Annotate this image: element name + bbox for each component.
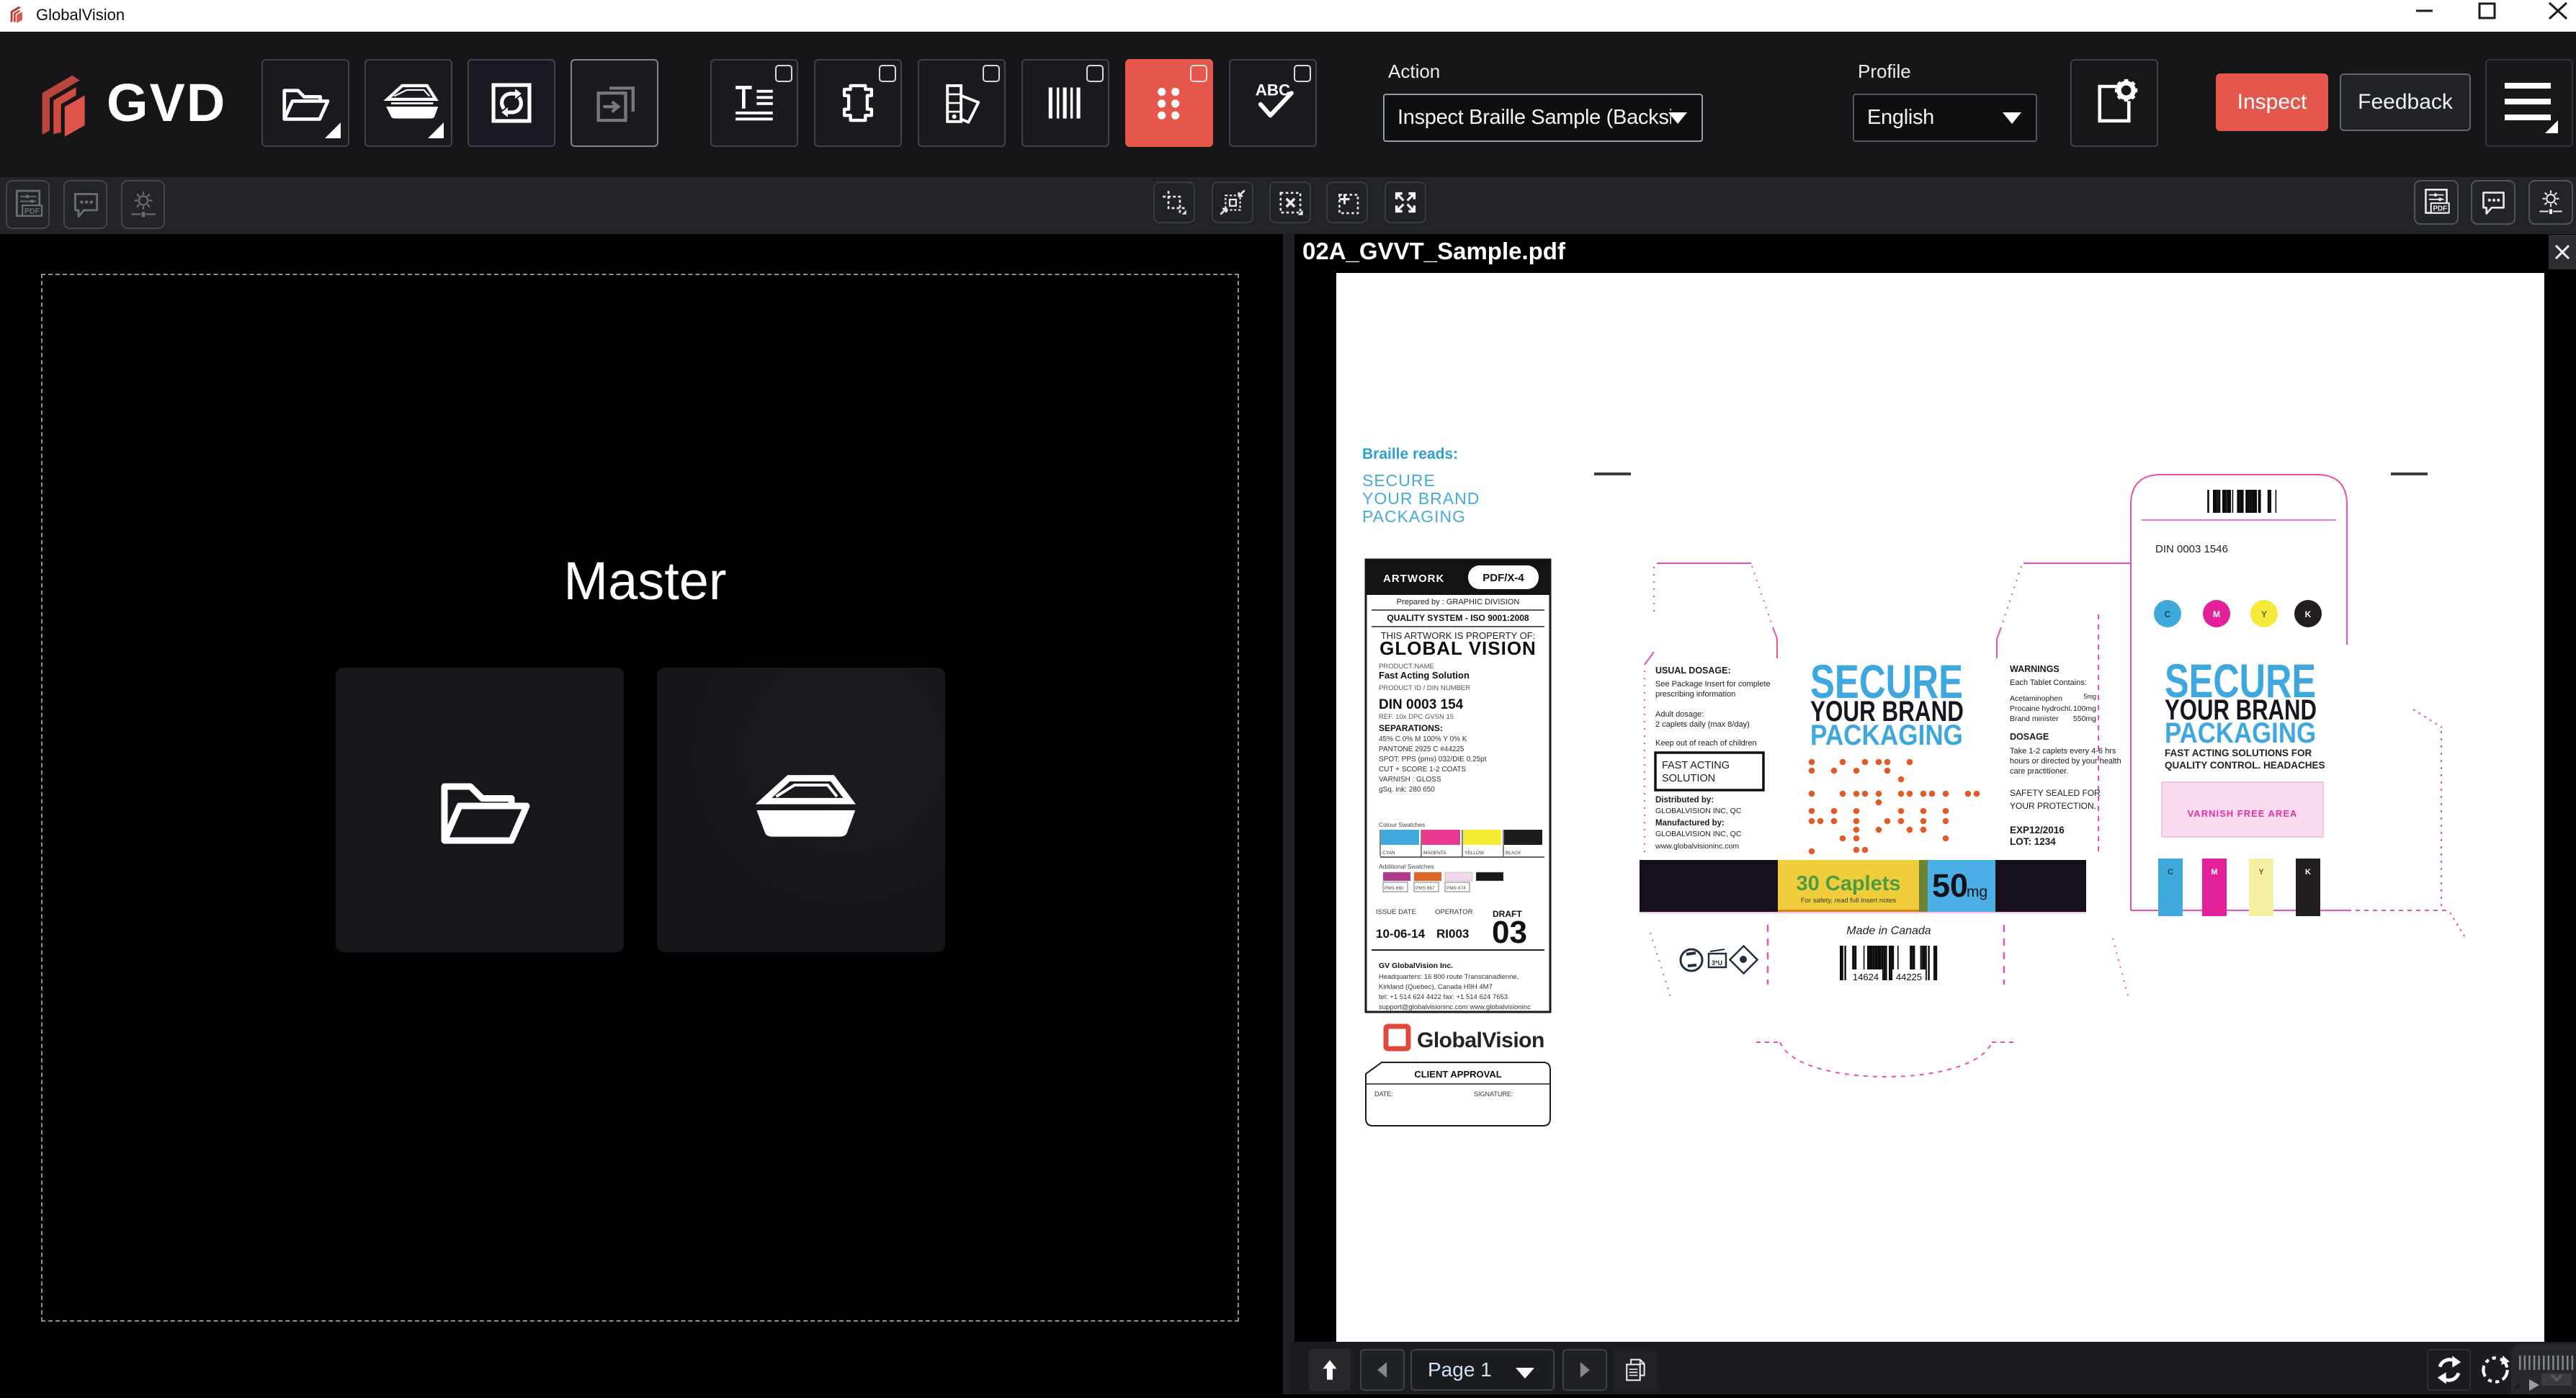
svg-text:CUT + SCORE 1-2 COATS: CUT + SCORE 1-2 COATS — [1379, 766, 1466, 774]
svg-text:PACKAGING: PACKAGING — [2165, 717, 2316, 749]
svg-text:50: 50 — [1932, 867, 1968, 904]
svg-text:Manufactured by:: Manufactured by: — [1655, 819, 1725, 828]
svg-text:GV GlobalVision Inc.: GV GlobalVision Inc. — [1379, 962, 1453, 970]
svg-text:PANTONE 2925 C #44225: PANTONE 2925 C #44225 — [1379, 745, 1464, 753]
svg-text:30 Caplets: 30 Caplets — [1796, 872, 1900, 895]
svg-text:PMS 667: PMS 667 — [1416, 886, 1435, 891]
svg-text:03: 03 — [1492, 915, 1527, 950]
svg-text:C: C — [2168, 868, 2173, 877]
svg-text:C: C — [2165, 609, 2171, 619]
svg-text:LOT: 1234: LOT: 1234 — [2010, 836, 2056, 847]
svg-text:BLACK: BLACK — [1506, 851, 1521, 856]
svg-text:QUALITY SYSTEM - ISO 9001:2008: QUALITY SYSTEM - ISO 9001:2008 — [1387, 613, 1529, 623]
svg-text:K: K — [2305, 609, 2312, 619]
svg-text:Prepared by : GRAPHIC DIVISIO: Prepared by : GRAPHIC DIVISION — [1397, 598, 1520, 606]
svg-text:SECURE: SECURE — [1362, 471, 1436, 490]
svg-text:RI003: RI003 — [1436, 927, 1469, 941]
svg-text:QUALITY CONTROL. HEADACHES: QUALITY CONTROL. HEADACHES — [2165, 760, 2325, 771]
svg-text:DIN 0003 154: DIN 0003 154 — [1379, 697, 1464, 712]
svg-text:DATE:: DATE: — [1374, 1090, 1393, 1098]
svg-text:ABC: ABC — [1256, 81, 1290, 99]
svg-text:www.globalvisioninc.com: www.globalvisioninc.com — [1655, 842, 1739, 851]
svg-text:SEPARATIONS:: SEPARATIONS: — [1379, 723, 1443, 733]
svg-text:Headquarters: 16 800 route Tra: Headquarters: 16 800 route Transcanadien… — [1379, 973, 1519, 981]
svg-text:GLOBALVISION INC, QC: GLOBALVISION INC, QC — [1655, 830, 1742, 838]
svg-text:SPOT: PPS (pms) 032/DIE 0.25pt: SPOT: PPS (pms) 032/DIE 0.25pt — [1379, 756, 1487, 763]
svg-text:mg: mg — [1967, 884, 1987, 900]
svg-text:See Package Insert for complet: See Package Insert for complete — [1655, 680, 1771, 689]
svg-text:Colour Swatches: Colour Swatches — [1379, 821, 1425, 828]
svg-text:Adult dosage:: Adult dosage: — [1655, 710, 1704, 719]
svg-text:YELLOW: YELLOW — [1464, 851, 1485, 856]
svg-text:45% C 0% M 100% Y 0% K: 45% C 0% M 100% Y 0% K — [1379, 735, 1467, 743]
svg-text:CYAN: CYAN — [1382, 851, 1395, 856]
svg-text:3*U: 3*U — [1712, 959, 1722, 967]
svg-text:SOLUTION: SOLUTION — [1662, 773, 1715, 784]
svg-text:Y: Y — [2258, 868, 2264, 877]
svg-text:Acetaminophen: Acetaminophen — [2010, 694, 2062, 703]
svg-text:5mg: 5mg — [2083, 693, 2096, 700]
svg-text:Kirkland (Quebec), Canada H9H: Kirkland (Quebec), Canada H9H 4M7 — [1379, 983, 1493, 991]
svg-text:YOUR PROTECTION.: YOUR PROTECTION. — [2010, 801, 2096, 811]
svg-text:550mg: 550mg — [2073, 714, 2096, 723]
svg-text:Take 1-2 caplets every 4-6 hrs: Take 1-2 caplets every 4-6 hrs — [2010, 747, 2116, 756]
svg-text:Additional Swatches: Additional Swatches — [1379, 863, 1434, 870]
svg-text:prescribing information: prescribing information — [1655, 690, 1735, 699]
svg-text:PMS 674: PMS 674 — [1446, 886, 1466, 891]
svg-text:Each Tablet Contains:: Each Tablet Contains: — [2010, 678, 2087, 687]
svg-text:Keep out of reach of children: Keep out of reach of children — [1655, 739, 1757, 748]
svg-text:100mg: 100mg — [2073, 704, 2096, 713]
svg-text:44225: 44225 — [1896, 972, 1922, 982]
svg-text:FAST ACTING: FAST ACTING — [1662, 760, 1730, 771]
svg-text:Fast Acting Solution: Fast Acting Solution — [1379, 670, 1470, 681]
svg-text:tel: +1 514 624 4422 fax: +1: tel: +1 514 624 4422 fax: +1 514 624 765… — [1379, 993, 1508, 1001]
svg-text:REF. 10x DPC GVSN 15: REF. 10x DPC GVSN 15 — [1379, 713, 1454, 721]
svg-text:10-06-14: 10-06-14 — [1376, 927, 1426, 941]
svg-text:PMS 660: PMS 660 — [1385, 886, 1404, 891]
svg-text:DOSAGE: DOSAGE — [2010, 732, 2049, 742]
svg-text:Procaine hydrochl.: Procaine hydrochl. — [2010, 704, 2072, 713]
svg-text:PRODUCT ID / DIN NUMBER: PRODUCT ID / DIN NUMBER — [1379, 684, 1470, 692]
svg-text:FAST ACTING SOLUTIONS FOR: FAST ACTING SOLUTIONS FOR — [2165, 748, 2312, 758]
svg-text:OPERATOR: OPERATOR — [1435, 908, 1473, 916]
svg-text:MAGENTA: MAGENTA — [1423, 851, 1446, 856]
svg-text:YOUR BRAND: YOUR BRAND — [1362, 489, 1480, 508]
svg-text:WARNINGS: WARNINGS — [2010, 664, 2060, 674]
svg-text:For safety, read full insert n: For safety, read full insert notes — [1801, 897, 1897, 905]
svg-text:DIN 0003 1546: DIN 0003 1546 — [2155, 543, 2228, 555]
svg-text:EXP12/2016: EXP12/2016 — [2010, 825, 2065, 835]
svg-text:care practitioner.: care practitioner. — [2010, 767, 2068, 776]
svg-text:Brand minister: Brand minister — [2010, 714, 2059, 723]
svg-text:M: M — [2211, 868, 2217, 877]
svg-text:GLOBALVISION INC, QC: GLOBALVISION INC, QC — [1655, 807, 1742, 815]
svg-text:PDF: PDF — [24, 207, 40, 215]
svg-text:CLIENT APPROVAL: CLIENT APPROVAL — [1414, 1069, 1501, 1080]
svg-text:Distributed by:: Distributed by: — [1655, 796, 1714, 805]
svg-text:PDF: PDF — [2433, 205, 2447, 212]
svg-text:K: K — [2305, 868, 2311, 877]
svg-text:GlobalVision: GlobalVision — [1417, 1029, 1544, 1052]
svg-text:VARNISH FREE AREA: VARNISH FREE AREA — [2188, 808, 2298, 819]
svg-text:gSq. ink: 280 650: gSq. ink: 280 650 — [1379, 786, 1435, 794]
svg-text:USUAL DOSAGE:: USUAL DOSAGE: — [1655, 666, 1731, 676]
svg-text:support@globalvisioninc.com w: support@globalvisioninc.com www.globalvi… — [1379, 1003, 1531, 1011]
svg-text:SAFETY SEALED FOR: SAFETY SEALED FOR — [2010, 788, 2101, 798]
svg-text:SIGNATURE:: SIGNATURE: — [1474, 1090, 1513, 1098]
svg-text:PACKAGING: PACKAGING — [1362, 507, 1466, 526]
svg-text:2 caplets daily (max 8/day): 2 caplets daily (max 8/day) — [1655, 720, 1750, 729]
svg-text:VARNISH : GLOSS: VARNISH : GLOSS — [1379, 776, 1441, 784]
svg-text:Braille reads:: Braille reads: — [1362, 446, 1458, 462]
svg-text:14624: 14624 — [1853, 972, 1879, 982]
svg-text:PDF/X-4: PDF/X-4 — [1482, 572, 1524, 584]
svg-text:GLOBAL VISION: GLOBAL VISION — [1379, 637, 1537, 659]
svg-text:M: M — [2213, 609, 2220, 619]
svg-text:hours or directed by your heal: hours or directed by your health — [2010, 757, 2121, 766]
svg-text:Made in Canada: Made in Canada — [1846, 925, 1931, 937]
svg-text:PACKAGING: PACKAGING — [1810, 720, 1963, 751]
svg-text:ARTWORK: ARTWORK — [1383, 573, 1444, 585]
svg-text:Y: Y — [2261, 609, 2267, 619]
svg-text:ISSUE DATE: ISSUE DATE — [1376, 908, 1416, 916]
